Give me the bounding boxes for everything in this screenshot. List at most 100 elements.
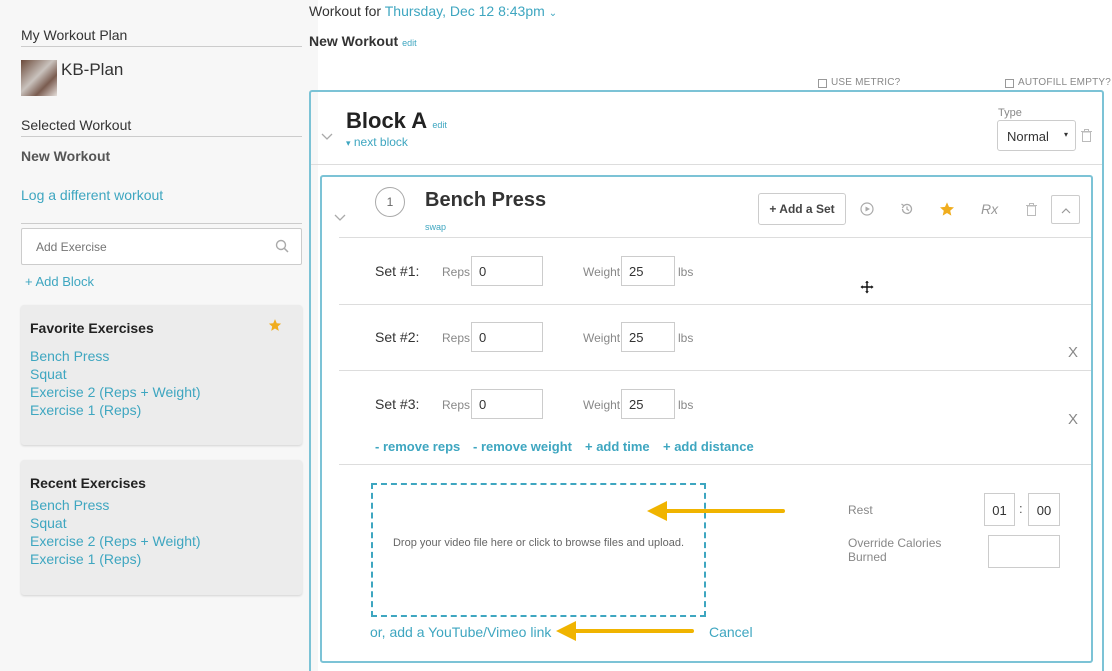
workout-for-label: Workout for [309, 3, 382, 19]
reps-input[interactable]: 0 [471, 256, 543, 286]
favorite-exercises-card: Favorite Exercises Bench Press Squat Exe… [21, 305, 302, 445]
set-label: Set #2: [375, 329, 420, 345]
caret-down-icon: ▾ [346, 138, 351, 148]
weight-unit: lbs [678, 398, 694, 412]
plan-thumbnail [21, 60, 57, 96]
autofill-empty-checkbox[interactable] [1005, 79, 1014, 88]
block-type-select[interactable]: Normal ▾ [997, 120, 1076, 151]
block-title: Block A edit [346, 108, 447, 134]
recent-item[interactable]: Bench Press [30, 497, 109, 513]
reps-input[interactable]: 0 [471, 322, 543, 352]
log-different-workout-link[interactable]: Log a different workout [21, 187, 163, 203]
star-icon [268, 318, 282, 337]
weight-label: Weight [583, 398, 621, 412]
rest-label: Rest [848, 503, 873, 517]
trash-icon[interactable] [1081, 129, 1092, 147]
autofill-empty-label: AUTOFILL EMPTY? [1018, 77, 1112, 88]
edit-block-link[interactable]: edit [432, 120, 447, 130]
favorites-title: Favorite Exercises [30, 320, 154, 336]
favorite-item[interactable]: Squat [30, 366, 67, 382]
trash-icon[interactable] [1020, 198, 1042, 220]
favorite-item[interactable]: Exercise 1 (Reps) [30, 402, 141, 418]
remove-reps-link[interactable]: - remove reps [375, 439, 460, 454]
add-youtube-link[interactable]: or, add a YouTube/Vimeo link [370, 624, 551, 640]
add-time-link[interactable]: + add time [585, 439, 650, 454]
next-block-link[interactable]: ▾ next block [346, 135, 408, 149]
reps-label: Reps [442, 331, 471, 345]
workout-title: New Workout edit [309, 33, 417, 49]
recent-exercises-card: Recent Exercises Bench Press Squat Exerc… [21, 460, 302, 595]
remove-set-button[interactable]: X [1068, 411, 1078, 428]
rest-separator: : [1019, 501, 1023, 516]
rest-seconds-input[interactable]: 00 [1028, 493, 1060, 526]
plan-name: KB-Plan [61, 60, 124, 79]
play-icon[interactable] [856, 198, 878, 220]
block-name: Block A [346, 108, 427, 133]
weight-label: Weight [583, 265, 621, 279]
weight-input[interactable]: 25 [621, 322, 675, 352]
workout-date-dropdown[interactable]: Thursday, Dec 12 8:43pm ⌄ [385, 3, 557, 19]
reps-input[interactable]: 0 [471, 389, 543, 419]
divider [339, 304, 1091, 305]
override-calories-input[interactable] [988, 535, 1060, 568]
type-label: Type [998, 107, 1022, 119]
recent-item[interactable]: Squat [30, 515, 67, 531]
annotation-arrow-icon [645, 499, 787, 528]
selected-workout-name: New Workout [21, 148, 111, 164]
remove-weight-link[interactable]: - remove weight [473, 439, 572, 454]
move-cursor-icon [859, 279, 875, 300]
recent-item[interactable]: Exercise 1 (Reps) [30, 551, 141, 567]
add-set-button[interactable]: + Add a Set [758, 193, 846, 225]
set-label: Set #3: [375, 396, 420, 412]
workout-name: New Workout [309, 33, 399, 49]
rx-button[interactable]: Rx [981, 201, 998, 217]
edit-workout-link[interactable]: edit [402, 38, 417, 48]
recent-title: Recent Exercises [30, 475, 146, 491]
rest-minutes-input[interactable]: 01 [984, 493, 1015, 526]
weight-input[interactable]: 25 [621, 389, 675, 419]
weight-label: Weight [583, 331, 621, 345]
selected-heading: Selected Workout [21, 117, 302, 137]
chevron-down-icon[interactable] [321, 128, 333, 146]
divider [311, 164, 1102, 165]
set-label: Set #1: [375, 263, 420, 279]
caret-down-icon: ▾ [1063, 130, 1068, 139]
star-icon[interactable] [936, 198, 958, 220]
history-icon[interactable] [896, 198, 918, 220]
add-block-link[interactable]: + Add Block [25, 274, 94, 289]
divider [21, 223, 302, 224]
annotation-arrow-icon [554, 619, 696, 648]
exercise-number: 1 [375, 187, 405, 217]
dropzone-text: Drop your video file here or click to br… [392, 537, 685, 549]
weight-unit: lbs [678, 265, 694, 279]
use-metric-checkbox[interactable] [818, 79, 827, 88]
collapse-button[interactable] [1051, 195, 1080, 224]
favorite-item[interactable]: Exercise 2 (Reps + Weight) [30, 384, 201, 400]
calories-label: Burned [848, 550, 887, 564]
search-icon[interactable] [275, 239, 289, 258]
chevron-up-icon[interactable] [1061, 201, 1071, 219]
add-exercise-input[interactable] [22, 229, 267, 264]
add-distance-link[interactable]: + add distance [663, 439, 754, 454]
divider [339, 464, 1091, 465]
calories-label: Override Calories [848, 536, 942, 550]
divider [339, 370, 1091, 371]
divider [339, 237, 1091, 238]
plan-heading: My Workout Plan [21, 27, 302, 47]
recent-item[interactable]: Exercise 2 (Reps + Weight) [30, 533, 201, 549]
exercise-name: Bench Press [425, 189, 547, 211]
weight-input[interactable]: 25 [621, 256, 675, 286]
use-metric-label: USE METRIC? [831, 77, 901, 88]
weight-unit: lbs [678, 331, 694, 345]
cancel-link[interactable]: Cancel [709, 624, 753, 640]
reps-label: Reps [442, 265, 471, 279]
chevron-down-icon[interactable] [334, 209, 346, 227]
reps-label: Reps [442, 398, 471, 412]
swap-exercise-link[interactable]: swap [425, 222, 446, 232]
chevron-down-icon[interactable]: ⌄ [549, 8, 557, 19]
add-exercise-search[interactable] [21, 228, 302, 265]
sidebar: My Workout Plan KB-Plan Selected Workout… [0, 0, 318, 671]
favorite-item[interactable]: Bench Press [30, 348, 109, 364]
remove-set-button[interactable]: X [1068, 344, 1078, 361]
workout-date-header: Workout for Thursday, Dec 12 8:43pm ⌄ [309, 3, 557, 19]
